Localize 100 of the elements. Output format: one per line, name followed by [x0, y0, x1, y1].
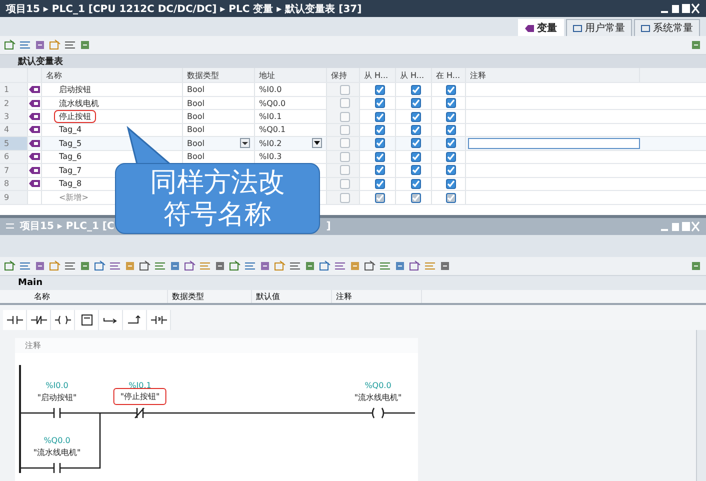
checkbox[interactable]: [446, 124, 456, 135]
toolbar-icon[interactable]: [4, 39, 16, 51]
checkbox[interactable]: [340, 178, 350, 189]
checkbox[interactable]: [410, 192, 420, 202]
contact-symbol[interactable]: [125, 406, 155, 418]
toolbar-icon[interactable]: [184, 260, 196, 272]
column-header[interactable]: 数据类型: [168, 290, 252, 302]
checkbox[interactable]: [410, 98, 420, 108]
toolbar-icon[interactable]: [409, 260, 421, 272]
toolbar-icon[interactable]: [364, 260, 376, 272]
checkbox[interactable]: [446, 112, 456, 122]
dropdown-button[interactable]: [240, 138, 250, 148]
toolbar-icon[interactable]: [19, 39, 31, 51]
checkbox[interactable]: [340, 138, 350, 148]
toolbar-icon[interactable]: [319, 260, 331, 272]
tab[interactable]: 变量: [518, 19, 564, 36]
toolbar-icon[interactable]: [229, 260, 241, 272]
instruction-button[interactable]: [27, 310, 51, 330]
checkbox[interactable]: [446, 138, 456, 148]
table-row[interactable]: 3 停止按钮 Bool %I0.1: [0, 110, 706, 124]
column-header[interactable]: 地址: [255, 68, 327, 82]
toolbar-icon[interactable]: [79, 39, 91, 51]
checkbox[interactable]: [374, 192, 384, 202]
window-controls-icon[interactable]: [660, 3, 700, 14]
table-row[interactable]: 4 Tag_4 Bool %Q0.1: [0, 124, 706, 137]
checkbox[interactable]: [340, 98, 350, 108]
toolbar-icon[interactable]: [439, 260, 451, 272]
checkbox[interactable]: [340, 165, 350, 176]
checkbox[interactable]: [410, 152, 420, 162]
checkbox[interactable]: [446, 98, 456, 108]
toolbar-icon[interactable]: [169, 260, 181, 272]
toolbar-icon[interactable]: [690, 260, 702, 272]
checkbox[interactable]: [374, 84, 384, 94]
coil-symbol[interactable]: [363, 406, 393, 418]
toolbar-icon[interactable]: [139, 260, 151, 272]
instruction-button[interactable]: [75, 310, 99, 330]
comment-field[interactable]: [468, 138, 640, 149]
checkbox[interactable]: [340, 192, 350, 202]
table-row[interactable]: 5 Tag_5 Bool %I0.2: [0, 137, 706, 150]
toolbar-icon[interactable]: [79, 260, 91, 272]
toolbar-icon[interactable]: [4, 260, 16, 272]
instruction-button[interactable]: [123, 310, 147, 330]
checkbox[interactable]: [374, 152, 384, 162]
checkbox[interactable]: [374, 178, 384, 189]
column-header[interactable]: 在 H...: [432, 68, 466, 82]
toolbar-icon[interactable]: [19, 260, 31, 272]
toolbar-icon[interactable]: [154, 260, 166, 272]
checkbox[interactable]: [410, 165, 420, 176]
tab[interactable]: 用户常量: [566, 19, 632, 36]
contact-symbol[interactable]: [42, 462, 72, 474]
instruction-button[interactable]: [51, 310, 75, 330]
checkbox[interactable]: [410, 84, 420, 94]
toolbar-icon[interactable]: [64, 260, 76, 272]
checkbox[interactable]: [446, 178, 456, 189]
toolbar-icon[interactable]: [334, 260, 346, 272]
scrollbar[interactable]: [696, 330, 706, 481]
checkbox[interactable]: [446, 152, 456, 162]
toolbar-icon[interactable]: [34, 260, 46, 272]
toolbar-icon[interactable]: [34, 39, 46, 51]
column-header[interactable]: 默认值: [252, 290, 332, 302]
toolbar-icon[interactable]: [109, 260, 121, 272]
checkbox[interactable]: [446, 192, 456, 202]
checkbox[interactable]: [410, 138, 420, 148]
toolbar-icon[interactable]: [394, 260, 406, 272]
column-header[interactable]: 从 H...: [396, 68, 432, 82]
column-header[interactable]: 注释: [332, 290, 422, 302]
toolbar-icon[interactable]: [94, 260, 106, 272]
instruction-button[interactable]: [147, 310, 171, 330]
checkbox[interactable]: [340, 152, 350, 162]
toolbar-icon[interactable]: [64, 39, 76, 51]
tab[interactable]: 系统常量: [634, 19, 700, 36]
toolbar-icon[interactable]: [289, 260, 301, 272]
checkbox[interactable]: [374, 165, 384, 176]
checkbox[interactable]: [374, 112, 384, 122]
toolbar-icon[interactable]: [379, 260, 391, 272]
checkbox[interactable]: [410, 178, 420, 189]
checkbox[interactable]: [374, 124, 384, 135]
dropdown-button[interactable]: [312, 138, 322, 148]
column-header[interactable]: 注释: [466, 68, 640, 82]
checkbox[interactable]: [446, 84, 456, 94]
column-header[interactable]: 名称: [42, 68, 183, 82]
checkbox[interactable]: [340, 84, 350, 94]
toolbar-icon[interactable]: [244, 260, 256, 272]
checkbox[interactable]: [340, 112, 350, 122]
table-row[interactable]: 2 流水线电机 Bool %Q0.0: [0, 96, 706, 110]
toolbar-icon[interactable]: [214, 260, 226, 272]
toolbar-icon[interactable]: [690, 39, 702, 51]
checkbox[interactable]: [446, 165, 456, 176]
toolbar-icon[interactable]: [259, 260, 271, 272]
instruction-button[interactable]: [99, 310, 123, 330]
column-header[interactable]: 保持: [327, 68, 360, 82]
column-header[interactable]: 名称: [30, 290, 168, 302]
checkbox[interactable]: [410, 112, 420, 122]
column-header[interactable]: 从 H...: [360, 68, 396, 82]
table-row[interactable]: 1 启动按钮 Bool %I0.0: [0, 83, 706, 96]
checkbox[interactable]: [374, 138, 384, 148]
instruction-button[interactable]: [3, 310, 27, 330]
checkbox[interactable]: [374, 98, 384, 108]
column-header[interactable]: 数据类型: [183, 68, 255, 82]
contact-symbol[interactable]: [42, 406, 72, 418]
